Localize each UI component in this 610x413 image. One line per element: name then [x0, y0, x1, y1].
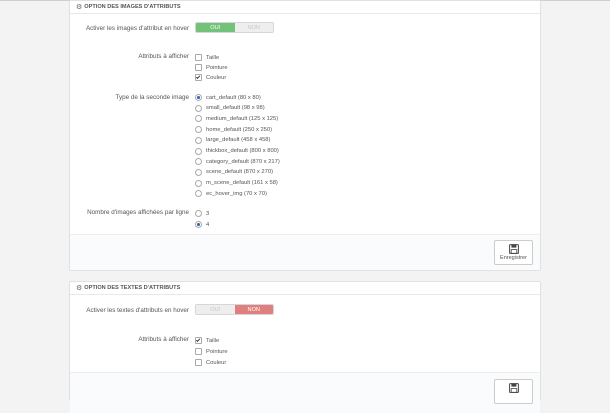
floppy-disk-icon [508, 383, 519, 393]
checkbox-couleur[interactable]: Couleur [195, 358, 226, 367]
radio[interactable] [195, 179, 202, 187]
per-line-label: Nombre d'images affichées par ligne [87, 209, 189, 216]
radio-label: 3 [206, 210, 210, 217]
radio-image-type[interactable]: medium_default (125 x 125) [195, 114, 278, 123]
second-image-label: Type de la seconde image [115, 94, 189, 101]
radio-image-type[interactable]: category_default (870 x 217) [195, 157, 280, 166]
radio-image-type[interactable]: ec_hover_img (70 x 70) [195, 189, 267, 198]
checkbox[interactable] [195, 337, 202, 344]
radio[interactable] [195, 94, 202, 101]
radio-image-type[interactable]: m_scene_default (161 x 58) [195, 179, 278, 188]
save-label: Enregistrer [500, 255, 527, 261]
radio-label: thickbox_default (800 x 800) [206, 148, 279, 154]
hover-images-toggle[interactable]: OUI NON [195, 22, 274, 33]
cogs-icon: ⚙ [76, 284, 83, 292]
images-attributes-panel: ⚙ OPTION DES IMAGES D'ATTRIBUTS Activer … [69, 0, 541, 271]
radio-label: 4 [206, 221, 210, 228]
toggle-yes[interactable]: OUI [196, 305, 235, 314]
checkbox-label: Couleur [206, 359, 227, 366]
checkbox[interactable] [195, 348, 202, 355]
radio[interactable] [195, 158, 202, 166]
checkbox[interactable] [195, 54, 202, 61]
radio-image-type[interactable]: small_default (98 x 98) [195, 104, 265, 113]
texts-attributes-panel: ⚙ OPTION DES TEXTES D'ATTRIBUTS Activer … [69, 281, 541, 413]
radio-image-type[interactable]: cart_default (80 x 80) [195, 93, 261, 102]
radio[interactable] [195, 168, 202, 176]
checkbox-label: Pointure [206, 64, 228, 71]
save-button[interactable]: Enregistrer [494, 240, 533, 265]
save-button[interactable] [494, 379, 533, 404]
hover-texts-toggle[interactable]: OUI NON [195, 304, 274, 315]
checkbox[interactable] [195, 74, 202, 81]
radio-image-type[interactable]: large_default (458 x 458) [195, 136, 270, 145]
hover-images-label: Activer les images d'attribut en hover [85, 25, 189, 32]
radio[interactable] [195, 126, 202, 134]
radio[interactable] [195, 115, 202, 123]
radio-label: ec_hover_img (70 x 70) [206, 190, 267, 197]
checkbox[interactable] [195, 64, 202, 71]
checkbox-label: Taille [206, 54, 220, 61]
radio-per-line-3[interactable]: 3 [195, 209, 209, 218]
checkbox-couleur[interactable]: Couleur [195, 73, 226, 82]
cogs-icon: ⚙ [76, 3, 83, 11]
radio-label: small_default (98 x 98) [206, 105, 265, 112]
panel-title: OPTION DES IMAGES D'ATTRIBUTS [84, 4, 181, 10]
radio-label: home_default (250 x 250) [206, 126, 273, 133]
radio-image-type[interactable]: thickbox_default (800 x 800) [195, 147, 279, 156]
radio[interactable] [195, 147, 202, 155]
radio-label: large_default (458 x 458) [206, 137, 271, 144]
checkbox-taille[interactable]: Taille [195, 336, 219, 345]
checkbox-taille[interactable]: Taille [195, 53, 219, 62]
checkbox[interactable] [195, 359, 202, 366]
radio[interactable] [195, 104, 202, 112]
attributes-label: Attributs à afficher [138, 53, 189, 60]
radio-image-type[interactable]: scene_default (870 x 270) [195, 168, 273, 177]
radio-label: category_default (870 x 217) [206, 158, 280, 165]
toggle-no[interactable]: NON [234, 23, 273, 32]
checkbox-pointure[interactable]: Pointure [195, 63, 228, 72]
toggle-yes[interactable]: OUI [196, 23, 235, 32]
checkbox-label: Pointure [206, 348, 228, 355]
radio-image-type[interactable]: home_default (250 x 250) [195, 125, 272, 134]
panel-heading: ⚙ OPTION DES IMAGES D'ATTRIBUTS [70, 1, 540, 14]
panel-footer: Enregistrer [70, 234, 540, 270]
panel-title: OPTION DES TEXTES D'ATTRIBUTS [84, 285, 181, 291]
toggle-no[interactable]: NON [234, 305, 273, 314]
radio-label: medium_default (125 x 125) [206, 115, 279, 122]
panel-footer [70, 372, 540, 413]
checkbox-pointure[interactable]: Pointure [195, 347, 228, 356]
radio-label: scene_default (870 x 270) [206, 169, 274, 176]
checkbox-label: Taille [206, 337, 220, 344]
attributes-label: Attributs à afficher [138, 336, 189, 343]
hover-texts-label: Activer les textes d'attributs en hover [86, 307, 189, 314]
radio[interactable] [195, 136, 202, 144]
panel-heading: ⚙ OPTION DES TEXTES D'ATTRIBUTS [70, 282, 540, 295]
floppy-disk-icon [508, 244, 519, 254]
radio-label: m_scene_default (161 x 58) [206, 180, 278, 187]
radio[interactable] [195, 221, 202, 228]
radio-per-line-4[interactable]: 4 [195, 220, 209, 229]
radio[interactable] [195, 190, 202, 198]
checkbox-label: Couleur [206, 74, 227, 81]
radio[interactable] [195, 210, 202, 217]
radio-label: cart_default (80 x 80) [206, 94, 261, 101]
